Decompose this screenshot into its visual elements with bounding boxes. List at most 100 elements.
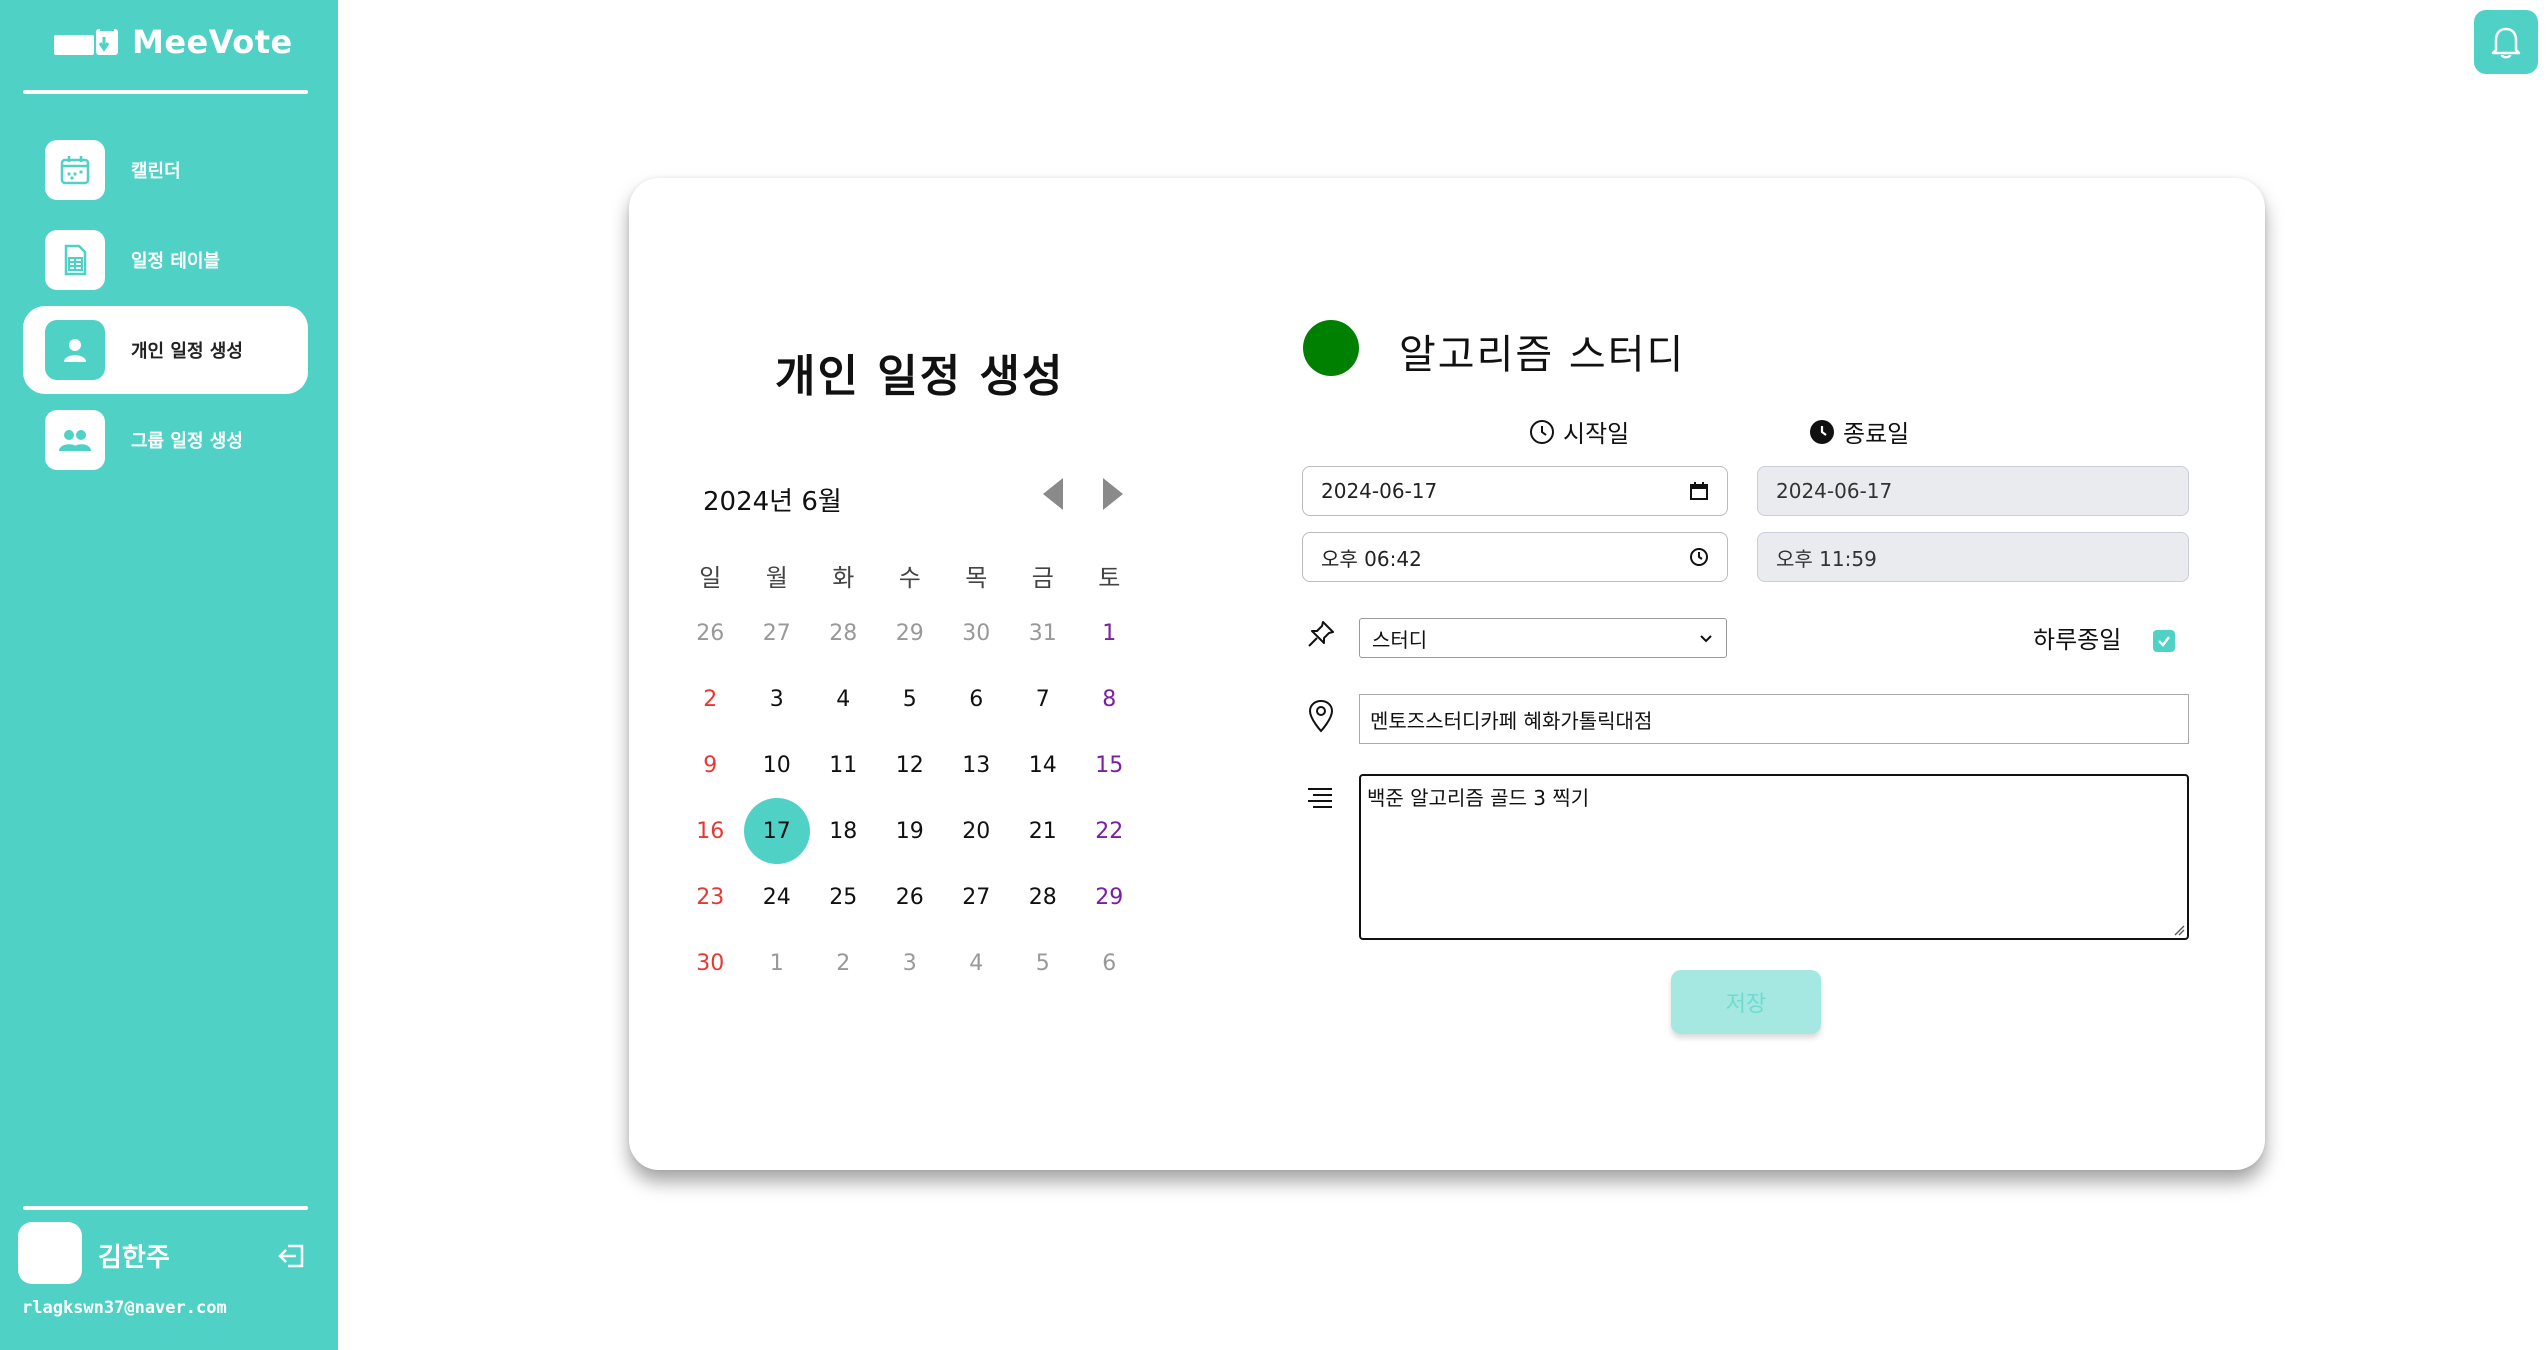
event-color-picker[interactable] <box>1303 320 1359 376</box>
calendar-day[interactable]: 26 <box>877 864 944 930</box>
time-picker-icon[interactable] <box>1689 547 1709 567</box>
start-time-input[interactable]: 오후 06:42 <box>1302 532 1728 582</box>
memo-icon <box>1308 788 1332 808</box>
sidebar-item-group-schedule[interactable]: 그룹 일정 생성 <box>23 396 308 484</box>
calendar-day[interactable]: 18 <box>810 798 877 864</box>
calendar-day[interactable]: 29 <box>1076 864 1143 930</box>
calendar-day[interactable]: 3 <box>877 930 944 996</box>
calendar-day-number: 5 <box>1035 950 1050 976</box>
calendar-day[interactable]: 15 <box>1076 732 1143 798</box>
calendar-day[interactable]: 30 <box>677 930 744 996</box>
calendar-month-label: 2024년 6월 <box>703 487 842 517</box>
clock-outline-icon <box>1530 419 1554 444</box>
weekday-label: 수 <box>898 563 921 592</box>
calendar-day[interactable]: 21 <box>1010 798 1077 864</box>
calendar-day[interactable]: 27 <box>943 864 1010 930</box>
calendar-day[interactable]: 28 <box>1010 864 1077 930</box>
calendar-next-button[interactable] <box>1099 476 1127 512</box>
calendar-day[interactable]: 29 <box>877 600 944 666</box>
check-icon <box>2158 636 2170 647</box>
table-icon <box>45 230 105 290</box>
start-date-input[interactable]: 2024-06-17 <box>1302 466 1728 516</box>
calendar-day[interactable]: 20 <box>943 798 1010 864</box>
calendar-day-number: 7 <box>1035 686 1050 712</box>
save-button[interactable]: 저장 <box>1671 970 1821 1034</box>
sidebar-item-label: 일정 테이블 <box>131 251 221 272</box>
calendar-day[interactable]: 11 <box>810 732 877 798</box>
notification-button[interactable] <box>2474 10 2538 74</box>
sidebar-item-calendar[interactable]: 캘린더 <box>23 126 308 214</box>
logout-icon[interactable] <box>276 1240 308 1272</box>
calendar-week-row: 2 3 4 5 6 7 8 <box>677 666 1143 732</box>
calendar-day[interactable]: 27 <box>744 600 811 666</box>
calendar-day[interactable]: 31 <box>1010 600 1077 666</box>
avatar[interactable] <box>18 1222 82 1284</box>
calendar-day-number: 6 <box>1102 950 1117 976</box>
weekday-label: 일 <box>699 563 722 592</box>
resize-grip-icon[interactable] <box>2173 924 2185 936</box>
calendar-day[interactable]: 4 <box>943 930 1010 996</box>
calendar-day[interactable]: 30 <box>943 600 1010 666</box>
calendar-day[interactable]: 28 <box>810 600 877 666</box>
calendar-day[interactable]: 23 <box>677 864 744 930</box>
calendar-day[interactable]: 24 <box>744 864 811 930</box>
calendar-day[interactable]: 26 <box>677 600 744 666</box>
calendar-day-number: 14 <box>1028 752 1057 778</box>
calendar-day[interactable]: 5 <box>1010 930 1077 996</box>
calendar-day[interactable]: 22 <box>1076 798 1143 864</box>
category-select[interactable]: 스터디 <box>1359 618 1727 658</box>
calendar-day[interactable]: 2 <box>810 930 877 996</box>
weekday-label: 화 <box>832 563 855 592</box>
calendar-day-selected[interactable]: 17 <box>743 798 811 864</box>
calendar-day[interactable]: 6 <box>1076 930 1143 996</box>
calendar-day[interactable]: 5 <box>877 666 944 732</box>
calendar-day[interactable]: 12 <box>877 732 944 798</box>
calendar-day-number: 24 <box>762 884 791 910</box>
calendar-day-number: 9 <box>703 752 718 778</box>
app-logo[interactable]: MeeVote <box>54 20 293 64</box>
event-title[interactable]: 알고리즘 스터디 <box>1399 322 1685 380</box>
calendar-day-number: 18 <box>829 818 858 844</box>
schedule-card: 개인 일정 생성 2024년 6월 일 월 화 수 목 금 토 26 27 28 29… <box>629 178 2265 1170</box>
calendar-prev-button[interactable] <box>1039 476 1067 512</box>
start-time-value: 오후 06:42 <box>1321 546 1422 571</box>
weekday-label: 토 <box>1098 563 1121 592</box>
calendar-day-number: 4 <box>836 686 851 712</box>
sidebar-item-label: 캘린더 <box>131 161 181 182</box>
sidebar-item-schedule-table[interactable]: 일정 테이블 <box>23 216 308 304</box>
calendar-day[interactable]: 6 <box>943 666 1010 732</box>
calendar-day[interactable]: 1 <box>744 930 811 996</box>
weekday-label: 목 <box>965 563 988 592</box>
calendar-day-number: 16 <box>696 818 725 844</box>
calendar-day[interactable]: 14 <box>1010 732 1077 798</box>
calendar-day[interactable]: 2 <box>677 666 744 732</box>
person-icon <box>45 320 105 380</box>
calendar-day-number: 21 <box>1028 818 1057 844</box>
location-input[interactable]: 멘토즈스터디카페 혜화가톨릭대점 <box>1359 694 2189 744</box>
calendar-day[interactable]: 25 <box>810 864 877 930</box>
weekday-label: 금 <box>1031 563 1054 592</box>
chevron-down-icon <box>1700 635 1712 643</box>
calendar-day[interactable]: 3 <box>744 666 811 732</box>
calendar-day[interactable]: 19 <box>877 798 944 864</box>
memo-textarea[interactable]: 백준 알고리즘 골드 3 찍기 <box>1359 774 2189 940</box>
calendar-day[interactable]: 8 <box>1076 666 1143 732</box>
calendar-day-number: 30 <box>696 950 725 976</box>
calendar-day-number: 22 <box>1095 818 1124 844</box>
calendar-day-number: 10 <box>762 752 791 778</box>
start-date-value: 2024-06-17 <box>1321 479 1438 503</box>
calendar-day[interactable]: 4 <box>810 666 877 732</box>
calendar-day-number: 15 <box>1095 752 1124 778</box>
location-value: 멘토즈스터디카페 혜화가톨릭대점 <box>1370 708 1653 733</box>
calendar-day[interactable]: 9 <box>677 732 744 798</box>
calendar-day[interactable]: 7 <box>1010 666 1077 732</box>
sidebar-item-personal-schedule[interactable]: 개인 일정 생성 <box>23 306 308 394</box>
calendar-day[interactable]: 1 <box>1076 600 1143 666</box>
calendar-day[interactable]: 16 <box>677 798 744 864</box>
calendar-day[interactable]: 10 <box>744 732 811 798</box>
allday-checkbox[interactable] <box>2153 630 2175 652</box>
calendar-day-number: 26 <box>696 620 725 646</box>
calendar-day[interactable]: 13 <box>943 732 1010 798</box>
calendar-day-number: 19 <box>895 818 924 844</box>
calendar-picker-icon[interactable] <box>1689 481 1709 501</box>
